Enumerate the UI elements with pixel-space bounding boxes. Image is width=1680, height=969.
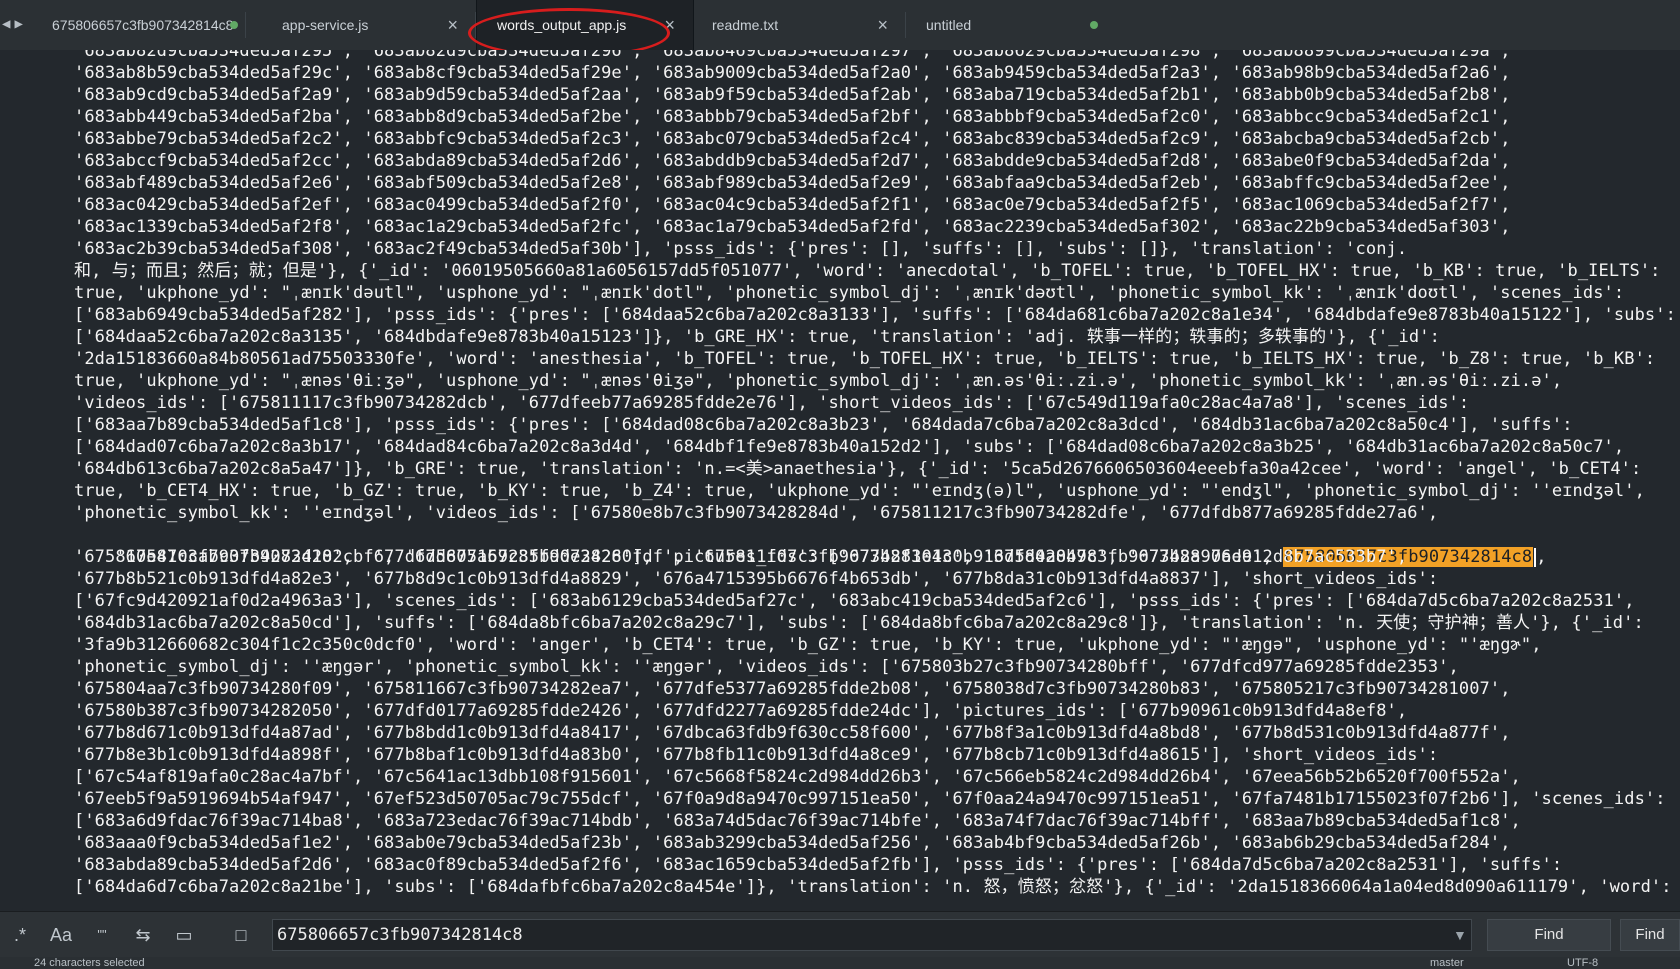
find-all-button[interactable]: Find bbox=[1620, 919, 1680, 951]
tab-label: app-service.js bbox=[282, 17, 369, 33]
code-line: '67580b387c3fb90734282050', '677dfd0177a… bbox=[74, 701, 1408, 721]
code-line: ['684daa52c6ba7a202c8a3135', '684dbdafe9… bbox=[74, 327, 1440, 347]
find-panel: .* Aa "" ⇆ ▭ □ 675806657c3fb907342814c8 … bbox=[0, 911, 1680, 958]
code-line: '2da15183660a84b80561ad75503330fe', 'wor… bbox=[74, 349, 1656, 369]
find-input[interactable]: 675806657c3fb907342814c8 bbox=[272, 919, 1472, 951]
code-line: true, 'b_CET4_HX': true, 'b_GZ': true, '… bbox=[74, 481, 1645, 501]
code-line: '683ab82d9cba534ded5af295', '683ab82d9cb… bbox=[74, 50, 1511, 61]
whole-word-toggle[interactable]: "" bbox=[87, 921, 117, 949]
chevron-right-icon[interactable]: ▶ bbox=[14, 12, 22, 36]
tab-file-2[interactable]: app-service.js × bbox=[262, 0, 476, 50]
code-line: '683ac1339cba534ded5af2f8', '683ac1a29cb… bbox=[74, 217, 1511, 237]
code-line: true, 'ukphone_yd': "ˌænɪk'dəutl", 'usph… bbox=[74, 283, 1625, 303]
case-toggle[interactable]: Aa bbox=[46, 921, 76, 949]
encoding-status[interactable]: UTF-8 bbox=[1567, 957, 1598, 969]
code-line: '67eeb5f9a5919694b54af947', '67ef523d507… bbox=[74, 789, 1666, 809]
find-button[interactable]: Find bbox=[1487, 919, 1611, 951]
code-line: ['683a6d9fdac76f39ac714ba8', '683a723eda… bbox=[74, 811, 1521, 831]
code-line: '683ac0429cba534ded5af2ef', '683ac0499cb… bbox=[74, 195, 1511, 215]
code-line: '683ab9cd9cba534ded5af2a9', '683ab9d59cb… bbox=[74, 85, 1511, 105]
in-selection-icon[interactable]: ▭ bbox=[169, 921, 199, 949]
tab-label: readme.txt bbox=[712, 17, 779, 33]
code-line: 'videos_ids': ['675811117c3fb90734282dcb… bbox=[74, 393, 1470, 413]
close-icon[interactable]: × bbox=[447, 15, 458, 36]
code-line: '683abb449cba534ded5af2ba', '683abb8d9cb… bbox=[74, 107, 1511, 127]
wrap-icon[interactable]: ⇆ bbox=[128, 921, 158, 949]
code-line: '677b8d671c0b913dfd4a87ad', '677b8bdd1c0… bbox=[74, 723, 1511, 743]
tab-file-5[interactable]: untitled bbox=[906, 0, 1120, 50]
code-line: 和, 与；而且；然后；就；但是'}, {'_id': '06019505660a… bbox=[74, 261, 1661, 281]
code-line: '684db31ac6ba7a202c8a50cd'], 'suffs': ['… bbox=[74, 613, 1644, 633]
tab-nav: ◀ ▶ bbox=[2, 12, 34, 36]
code-line: '3fa9b312660682c304f1c2c350c0dcf0', 'wor… bbox=[74, 635, 1542, 655]
code-line: '683abda89cba534ded5af2d6', '683ac0f89cb… bbox=[74, 855, 1563, 875]
regex-toggle[interactable]: .* bbox=[5, 921, 35, 949]
code-line: 'phonetic_symbol_dj': ''æŋgər', 'phoneti… bbox=[74, 657, 1459, 677]
highlight-matches-icon[interactable]: □ bbox=[226, 921, 256, 949]
code-line: ['67c54af819afa0c28ac4a7bf', '67c5641ac1… bbox=[74, 767, 1521, 787]
tab-file-4[interactable]: readme.txt × bbox=[692, 0, 906, 50]
tab-label: 675806657c3fb907342814c8 bbox=[52, 17, 234, 33]
code-line: ['684dad07c6ba7a202c8a3b17', '684dad84c6… bbox=[74, 437, 1625, 457]
code-line: '683aaa0f9cba534ded5af1e2', '683ab0e79cb… bbox=[74, 833, 1511, 853]
close-icon[interactable]: × bbox=[877, 15, 888, 36]
code-line: ['67fc9d420921af0d2a4963a3'], 'scenes_id… bbox=[74, 591, 1635, 611]
close-icon[interactable]: × bbox=[664, 15, 675, 36]
tab-file-1[interactable]: 675806657c3fb907342814c8 bbox=[32, 0, 246, 50]
dirty-dot-icon bbox=[230, 21, 238, 29]
tab-label: words_output_app.js bbox=[497, 17, 627, 33]
code-line: '675804aa7c3fb90734280f09', '675811667c3… bbox=[74, 679, 1511, 699]
code-line: ['684da6d7c6ba7a202c8a21be'], 'subs': ['… bbox=[74, 877, 1672, 897]
chevron-left-icon[interactable]: ◀ bbox=[2, 12, 10, 36]
code-line: '683abf489cba534ded5af2e6', '683abf509cb… bbox=[74, 173, 1511, 193]
tab-bar: ◀ ▶ 675806657c3fb907342814c8 app-service… bbox=[0, 0, 1680, 58]
code-line: ['683aa7b89cba534ded5af1c8'], 'psss_ids'… bbox=[74, 415, 1573, 435]
status-bar: 24 characters selected master UTF-8 bbox=[0, 957, 1680, 969]
code-line: '683abccf9cba534ded5af2cc', '683abda89cb… bbox=[74, 151, 1511, 171]
code-line: '683abbe79cba534ded5af2c2', '683abbfc9cb… bbox=[74, 129, 1511, 149]
code-line-with-match: '675810ca7c3fb90734282cbf', '675805157c3… bbox=[74, 524, 1547, 567]
code-line: '683ab8b59cba534ded5af29c', '683ab8cf9cb… bbox=[74, 63, 1511, 83]
code-line: ['683ab6949cba534ded5af282'], 'psss_ids'… bbox=[74, 305, 1676, 325]
dirty-dot-icon bbox=[1090, 21, 1098, 29]
code-line: '675810e47c3fb90734282d10', '677dfdd677a… bbox=[74, 547, 1408, 567]
code-line: 'phonetic_symbol_kk': ''eɪndʒəl', 'video… bbox=[74, 503, 1439, 523]
git-branch[interactable]: master bbox=[1430, 957, 1464, 969]
tab-file-3[interactable]: words_output_app.js × bbox=[476, 0, 694, 50]
code-line: '684db613c6ba7a202c8a5a47']}, 'b_GRE': t… bbox=[74, 459, 1642, 479]
code-line: '683ac2b39cba534ded5af308', '683ac2f49cb… bbox=[74, 239, 1408, 259]
code-line: true, 'ukphone_yd': "ˌænəs'θiːʒə", 'usph… bbox=[74, 371, 1563, 391]
tab-label: untitled bbox=[926, 17, 972, 33]
code-line-suffix: , bbox=[1536, 547, 1547, 567]
code-line: '677b8b521c0b913dfd4a82e3', '677b8d9c1c0… bbox=[74, 569, 1439, 589]
chevron-down-icon[interactable]: ▼ bbox=[1453, 927, 1467, 943]
editor[interactable]: '683ab82d9cba534ded5af295', '683ab82d9cb… bbox=[0, 50, 1680, 911]
code-line: '677b8e3b1c0b913dfd4a898f', '677b8baf1c0… bbox=[74, 745, 1439, 765]
selection-status: 24 characters selected bbox=[34, 957, 145, 969]
